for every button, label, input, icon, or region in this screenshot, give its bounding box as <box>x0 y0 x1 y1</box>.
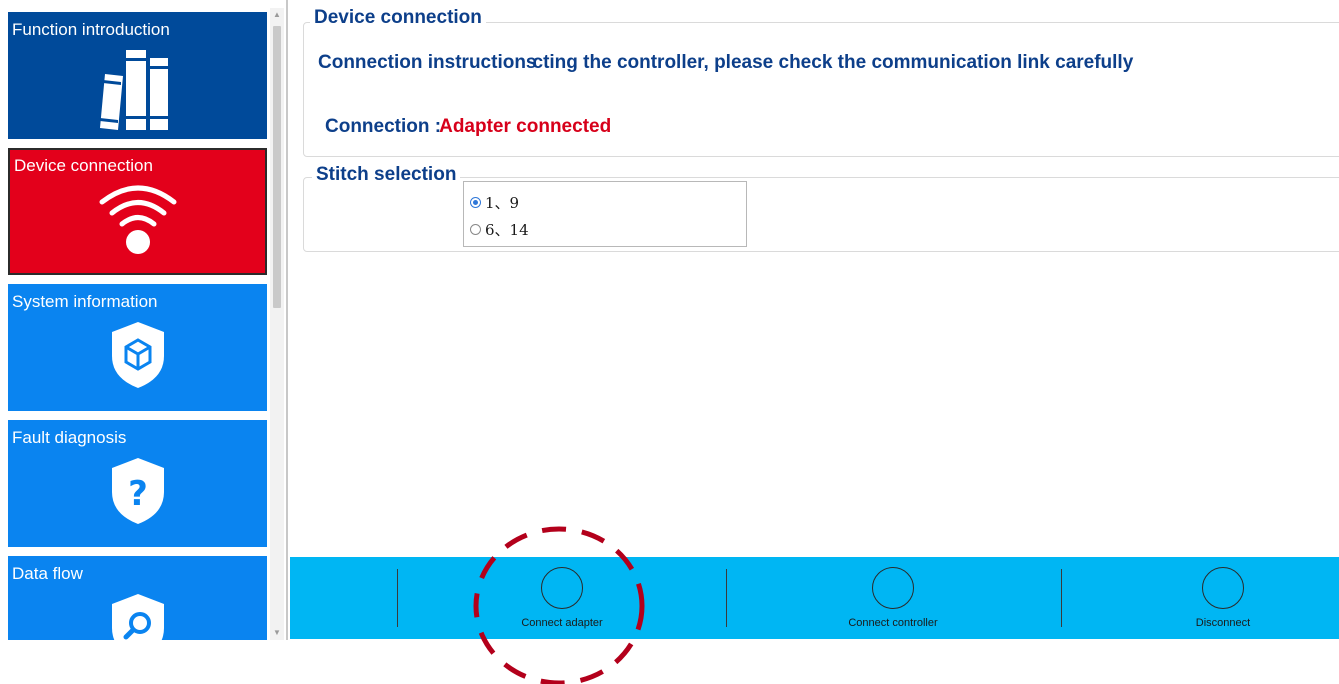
connection-status: Connection :Adapter connected <box>325 116 611 138</box>
sidebar-item-system-information[interactable]: System information <box>8 284 267 411</box>
shield-question-icon: ? <box>111 458 164 524</box>
radio-unselected-icon[interactable] <box>470 224 481 235</box>
sidebar-scrollbar[interactable]: ▲ ▼ <box>270 8 284 640</box>
circle-icon <box>541 567 583 609</box>
radio-selected-icon[interactable] <box>470 197 481 208</box>
connect-adapter-button[interactable]: Connect adapter <box>462 567 662 635</box>
stitch-selection-title: Stitch selection <box>312 164 461 186</box>
button-label: Disconnect <box>1195 617 1251 629</box>
disconnect-button[interactable]: Disconnect <box>1123 567 1323 635</box>
sidebar: Function introduction Device connection … <box>0 0 287 640</box>
panel-divider <box>286 0 288 640</box>
bar-separator <box>726 569 727 627</box>
stitch-selection-group: Stitch selection <box>303 164 1339 252</box>
sidebar-item-label: System information <box>12 292 158 311</box>
books-icon <box>99 50 168 130</box>
sidebar-item-label: Device connection <box>14 156 153 175</box>
instructions-label: Connection instructions <box>318 52 537 73</box>
stitch-option-label: 6、14 <box>485 221 529 239</box>
sidebar-item-function-introduction[interactable]: Function introduction <box>8 12 267 139</box>
connection-instructions: Connection instructionscting the control… <box>318 52 1133 74</box>
button-label: Connect adapter <box>521 617 603 629</box>
stitch-option-1-9[interactable]: 1、9 <box>470 192 519 213</box>
bar-separator <box>397 569 398 627</box>
stitch-radio-group: 1、9 6、14 <box>463 181 747 247</box>
scroll-down-arrow-icon[interactable]: ▼ <box>270 626 284 640</box>
stitch-option-6-14[interactable]: 6、14 <box>470 219 529 240</box>
connection-label: Connection : <box>325 116 442 137</box>
sidebar-item-data-flow[interactable]: Data flow <box>8 556 267 640</box>
instructions-text: cting the controller, please check the c… <box>532 52 1134 73</box>
sidebar-item-label: Fault diagnosis <box>12 428 127 447</box>
scroll-up-arrow-icon[interactable]: ▲ <box>270 8 284 22</box>
connection-status-value: Adapter connected <box>439 116 612 137</box>
circle-icon <box>872 567 914 609</box>
sidebar-item-label: Function introduction <box>12 20 170 39</box>
circle-icon <box>1202 567 1244 609</box>
device-connection-title: Device connection <box>310 7 486 29</box>
sidebar-item-label: Data flow <box>12 564 83 583</box>
connect-controller-button[interactable]: Connect controller <box>793 567 993 635</box>
scroll-thumb[interactable] <box>273 26 281 308</box>
stitch-option-label: 1、9 <box>485 194 520 212</box>
bottom-action-bar: Connect adapter Connect controller Disco… <box>290 557 1339 639</box>
shield-cube-icon <box>111 322 164 388</box>
wifi-icon <box>99 185 176 254</box>
shield-search-icon <box>111 594 164 640</box>
button-label: Connect controller <box>848 617 938 629</box>
sidebar-item-device-connection[interactable]: Device connection <box>8 148 267 275</box>
svg-text:?: ? <box>128 474 148 514</box>
bar-separator <box>1061 569 1062 627</box>
sidebar-item-fault-diagnosis[interactable]: Fault diagnosis ? <box>8 420 267 547</box>
